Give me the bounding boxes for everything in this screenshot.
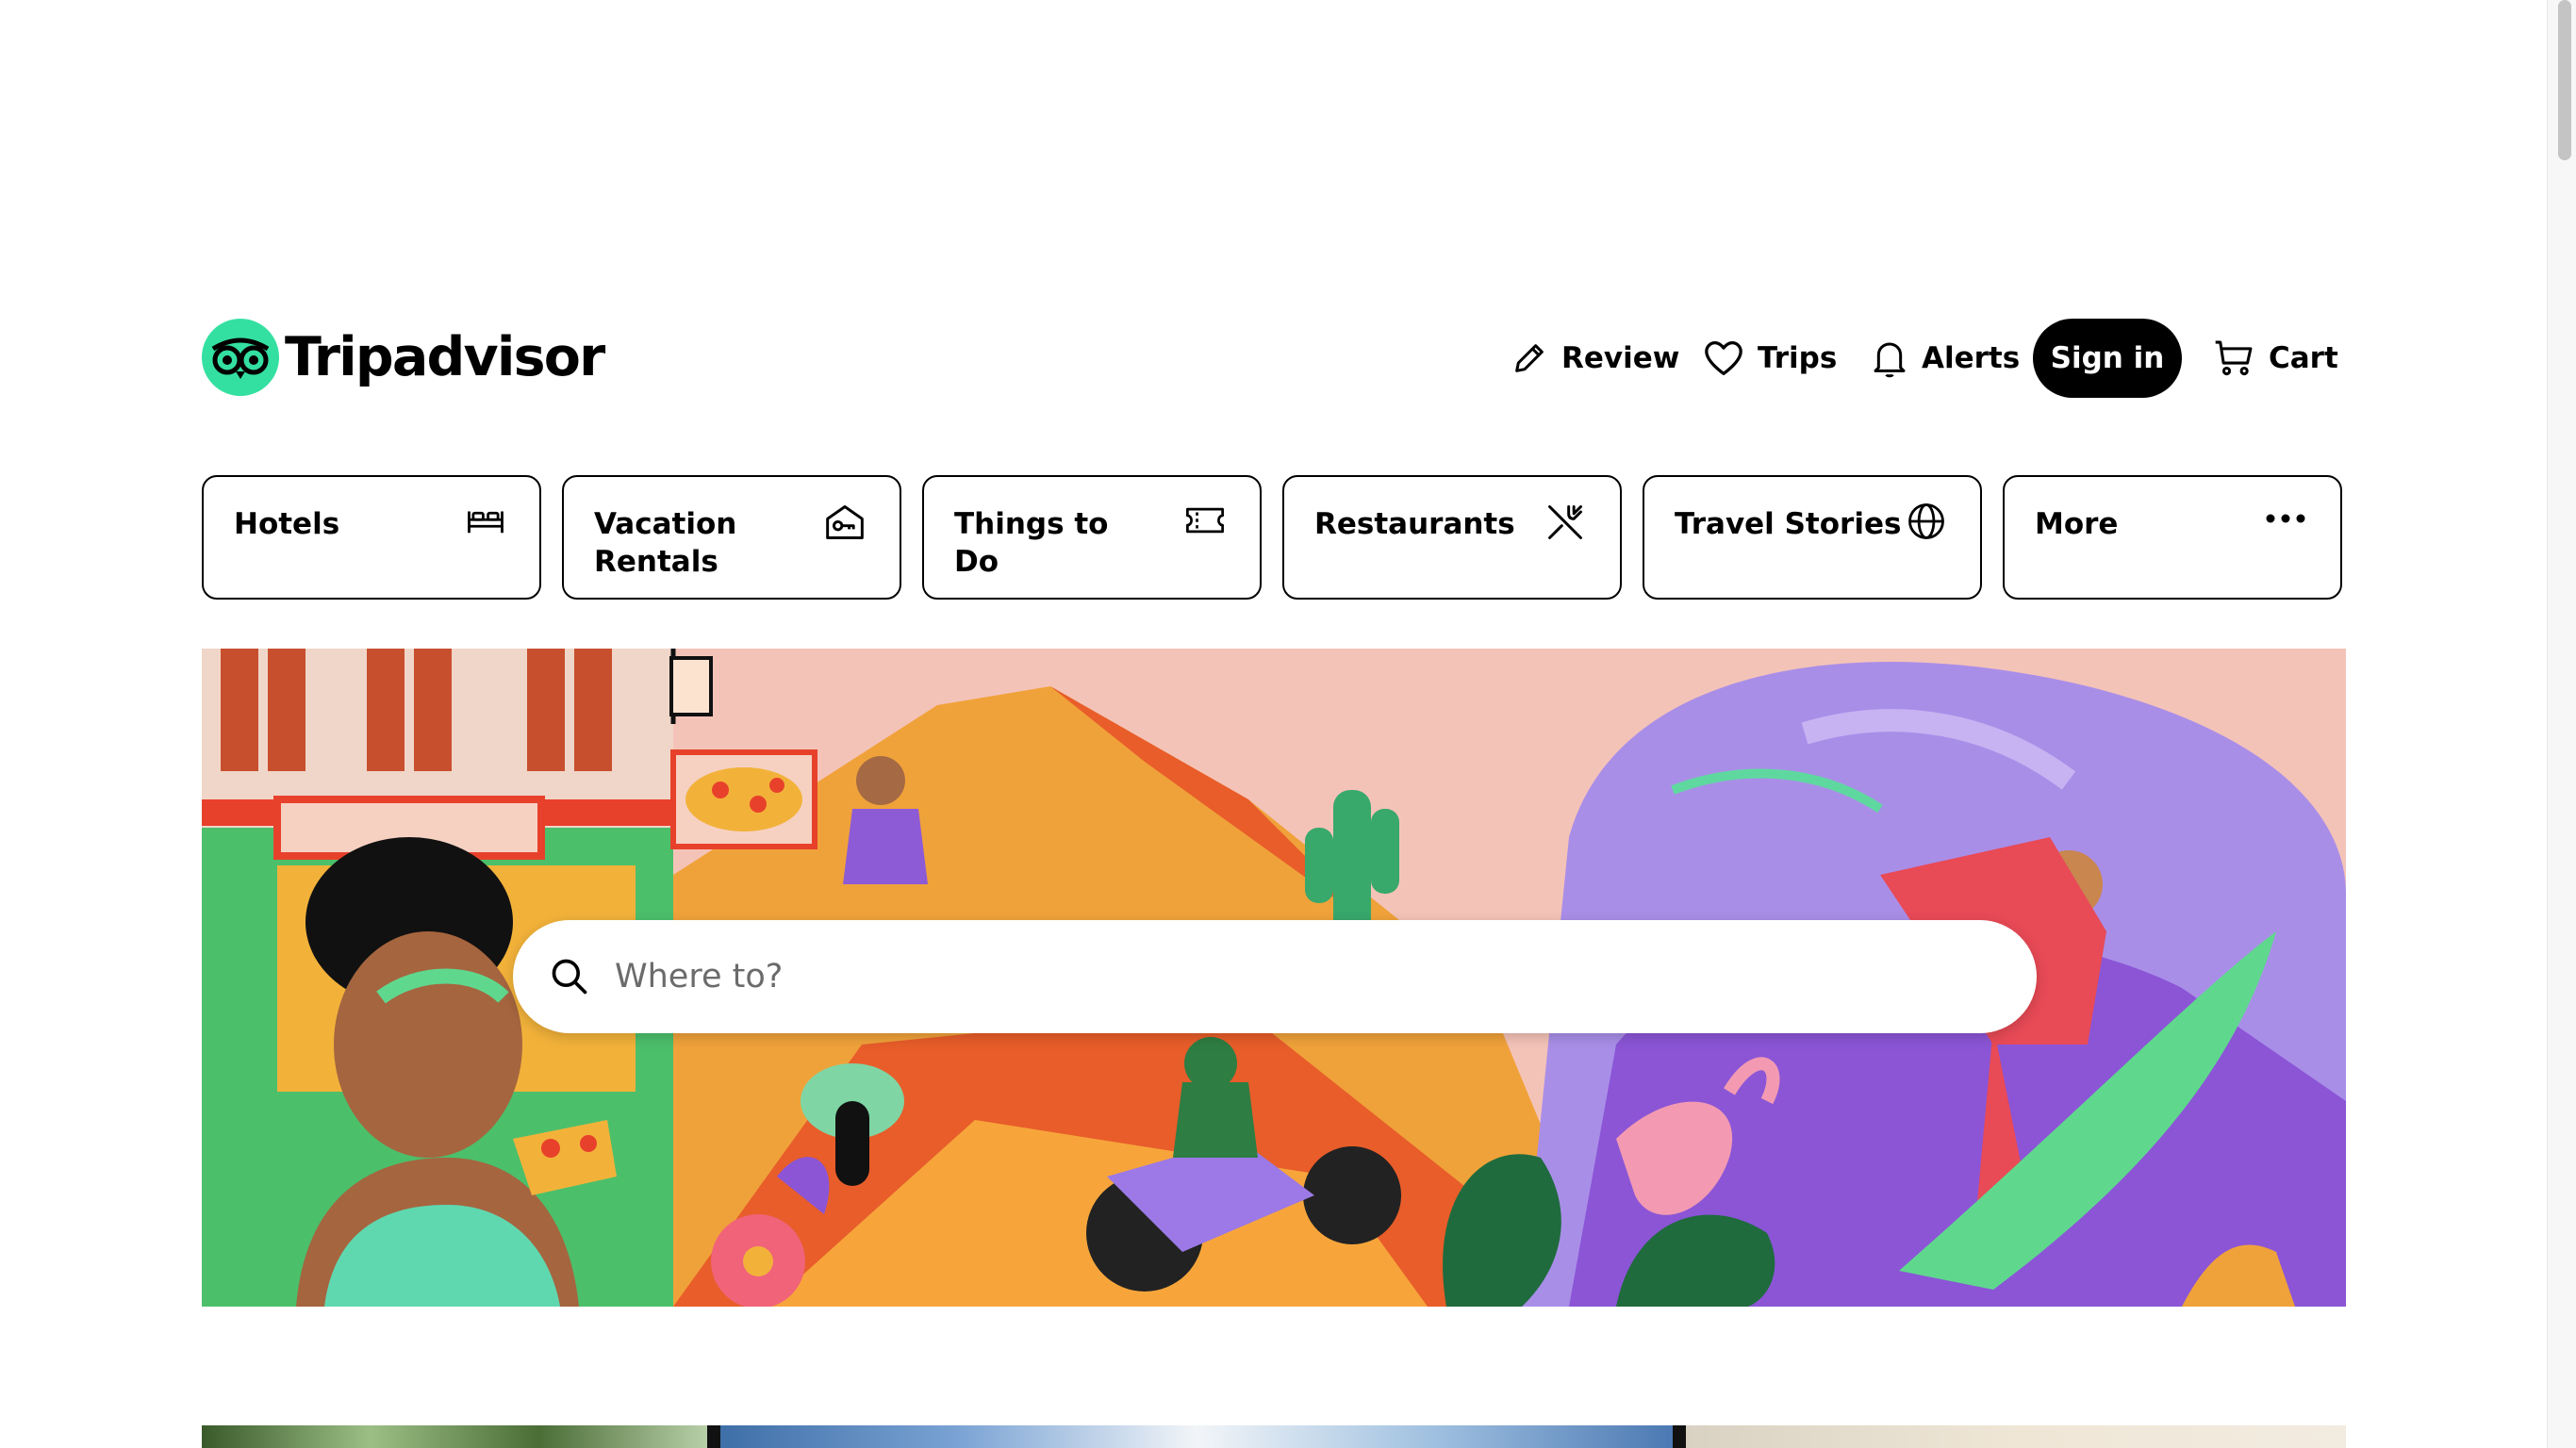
category-label: More bbox=[2035, 507, 2119, 541]
category-more[interactable]: More bbox=[2003, 475, 2342, 600]
globe-icon bbox=[1908, 503, 1944, 539]
alerts-label: Alerts bbox=[1922, 341, 2021, 375]
featured-image[interactable] bbox=[720, 1425, 1673, 1448]
bed-icon bbox=[468, 511, 504, 534]
featured-image[interactable] bbox=[1673, 1425, 1686, 1448]
alerts-link[interactable]: Alerts bbox=[1871, 319, 2020, 398]
pencil-icon bbox=[1515, 344, 1544, 372]
heart-icon bbox=[1705, 341, 1742, 375]
featured-images-strip bbox=[202, 1425, 2346, 1448]
search-bar[interactable] bbox=[513, 920, 2037, 1033]
cart-icon bbox=[2215, 340, 2253, 376]
search-input[interactable] bbox=[613, 957, 1937, 996]
category-label: Things to Do bbox=[954, 507, 1109, 579]
cart-label: Cart bbox=[2269, 341, 2338, 375]
review-link[interactable]: Review bbox=[1511, 319, 1679, 398]
trips-label: Trips bbox=[1758, 341, 1838, 375]
search-icon bbox=[552, 959, 587, 995]
category-label: Restaurants bbox=[1314, 507, 1515, 541]
house-key-icon bbox=[826, 505, 864, 539]
category-things-to-do[interactable]: Things to Do bbox=[922, 475, 1262, 600]
sign-in-button[interactable]: Sign in bbox=[2033, 319, 2182, 398]
category-vacation-rentals[interactable]: Vacation Rentals bbox=[562, 475, 901, 600]
cart-link[interactable]: Cart bbox=[2214, 319, 2338, 398]
more-dots-icon bbox=[2266, 514, 2305, 523]
fork-knife-icon bbox=[1548, 505, 1582, 539]
review-label: Review bbox=[1561, 341, 1680, 375]
top-navigation: Review Trips Alerts Sign in Cart bbox=[0, 319, 2548, 398]
trips-link[interactable]: Trips bbox=[1703, 319, 1837, 398]
ticket-icon bbox=[1186, 507, 1224, 534]
scrollbar[interactable] bbox=[2547, 0, 2576, 1448]
featured-image[interactable] bbox=[202, 1425, 707, 1448]
featured-image[interactable] bbox=[1686, 1425, 2346, 1448]
category-label: Hotels bbox=[234, 507, 340, 541]
category-label: Vacation Rentals bbox=[594, 507, 737, 579]
featured-image[interactable] bbox=[707, 1425, 720, 1448]
category-tiles: Hotels Vacation Rentals Things to Do Res… bbox=[202, 475, 2346, 603]
scrollbar-thumb[interactable] bbox=[2558, 0, 2571, 160]
category-hotels[interactable]: Hotels bbox=[202, 475, 541, 600]
bell-icon bbox=[1874, 342, 1906, 378]
page: Tripadvisor Review Trips Alerts Sign in … bbox=[0, 0, 2548, 1448]
category-travel-stories[interactable]: Travel Stories bbox=[1643, 475, 1982, 600]
category-label: Travel Stories bbox=[1675, 507, 1902, 541]
category-restaurants[interactable]: Restaurants bbox=[1282, 475, 1622, 600]
